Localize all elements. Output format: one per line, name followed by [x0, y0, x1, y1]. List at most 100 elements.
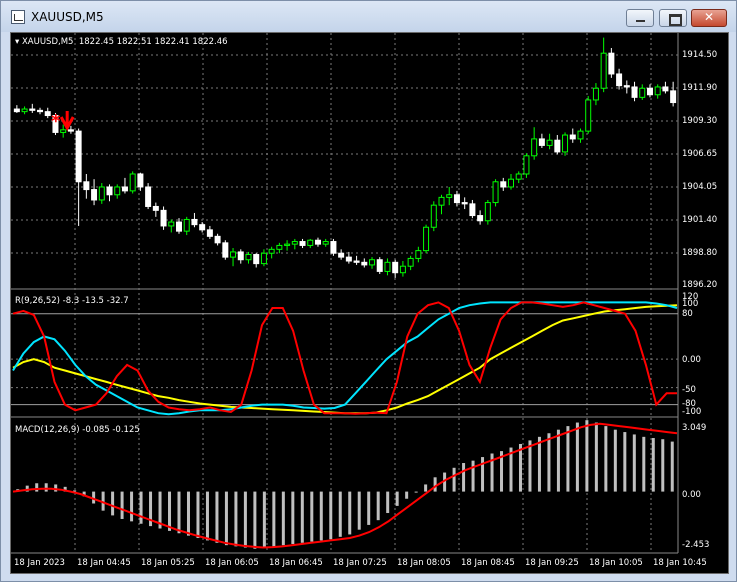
rsi-mid-line [12, 301, 678, 416]
macd-histogram-bar [424, 484, 428, 492]
bull-candle [322, 241, 329, 245]
bear-candle [453, 194, 460, 204]
bull-candle [369, 259, 376, 266]
bear-candle [616, 73, 623, 87]
bull-candle [523, 155, 530, 175]
bull-candle [307, 239, 314, 246]
bear-candle [631, 86, 638, 98]
bull-candle [129, 173, 136, 192]
macd-histogram-bar [661, 439, 665, 492]
bull-candle [114, 186, 121, 196]
time-tick: 18 Jan 10:45 [653, 558, 707, 568]
macd-pane-label: MACD(12,26,9) -0.085 -0.125 [15, 425, 140, 435]
bull-candle [168, 221, 175, 227]
bull-candle [399, 265, 406, 274]
macd-histogram-bar [224, 491, 228, 546]
macd-histogram-bar [642, 436, 646, 492]
macd-histogram-bar [310, 491, 314, 542]
time-tick: 18 Jan 05:25 [141, 558, 195, 568]
macd-histogram-bar [585, 420, 589, 492]
macd-histogram-bar [405, 491, 409, 499]
bear-candle [145, 186, 152, 207]
bull-candle [423, 226, 430, 252]
bear-candle [330, 241, 337, 254]
bull-candle [291, 241, 298, 245]
maximize-button[interactable] [659, 9, 687, 27]
bear-candle [152, 205, 159, 211]
rsi-tick: -50 [682, 385, 696, 395]
macd-histogram-bar [291, 491, 295, 544]
bear-candle [137, 173, 144, 188]
bear-candle [623, 85, 630, 88]
macd-histogram-bar [281, 491, 285, 546]
macd-histogram-bar [613, 429, 617, 492]
macd-histogram-bar [623, 432, 627, 492]
bear-candle [314, 239, 321, 245]
bear-candle [345, 256, 352, 262]
macd-histogram-bar [44, 483, 48, 492]
price-tick: 1914.50 [682, 50, 718, 60]
bear-candle [361, 261, 368, 266]
bull-candle [508, 178, 514, 188]
bull-candle [268, 248, 275, 254]
macd-histogram-bar [215, 491, 219, 543]
macd-histogram-bar [243, 491, 247, 548]
bear-candle [338, 252, 345, 258]
macd-histogram-bar [348, 491, 352, 535]
bear-candle [461, 202, 468, 205]
minimize-button[interactable] [626, 9, 654, 27]
bear-candle [469, 203, 476, 217]
time-tick: 18 Jan 06:45 [269, 558, 323, 568]
rsi-fast-line [12, 301, 677, 415]
bear-candle [554, 139, 561, 153]
macd-histogram-bar [386, 491, 390, 514]
bear-candle [206, 229, 213, 237]
bear-candle [83, 181, 90, 191]
bull-candle [407, 257, 414, 267]
dropdown-triangle-icon[interactable]: ▾ [15, 37, 22, 47]
macd-histogram-bar [139, 491, 143, 524]
rsi-tick: 80 [682, 309, 693, 319]
macd-histogram-bar [186, 491, 190, 536]
bear-candle [75, 130, 82, 183]
bull-candle [276, 244, 283, 250]
bear-candle [214, 235, 221, 244]
bear-candle [662, 86, 669, 92]
macd-histogram-bar [177, 491, 181, 534]
main-pane-header: ▾ XAUUSD,M5 1822.45 1822.51 1822.41 1822… [15, 37, 228, 47]
bull-candle [446, 194, 453, 198]
bull-candle [98, 186, 105, 201]
bear-candle [608, 52, 615, 75]
macd-histogram-bar [111, 491, 115, 516]
bull-candle [484, 202, 491, 222]
bear-candle [670, 90, 677, 104]
macd-histogram-bar [130, 491, 134, 522]
time-tick: 18 Jan 10:05 [589, 558, 643, 568]
price-tick: 1901.40 [682, 215, 718, 225]
macd-histogram-bar [537, 436, 541, 492]
macd-histogram-bar [300, 491, 304, 543]
macd-histogram-bar [338, 491, 342, 537]
rsi-pane-label: R(9,26,52) -8.3 -13.5 -32.7 [15, 296, 129, 306]
chart-area[interactable]: * ▾ XAUUSD,M5 1822.45 1822.51 1822.41 18… [10, 32, 729, 574]
title-bar[interactable]: XAUUSD,M5 [1, 1, 736, 32]
time-tick: 18 Jan 2023 [14, 558, 65, 568]
macd-histogram-bar [357, 491, 361, 530]
price-tick: 1904.05 [682, 182, 718, 192]
price-tick: 1896.20 [682, 280, 718, 290]
macd-histogram-bar [518, 443, 522, 492]
close-button[interactable] [691, 9, 727, 27]
bull-candle [245, 254, 252, 261]
price-tick: 1906.65 [682, 149, 718, 159]
macd-histogram-bar [462, 463, 466, 492]
time-tick: 18 Jan 08:45 [461, 558, 515, 568]
bear-candle [106, 186, 113, 196]
signal-star-icon: * [51, 111, 61, 132]
time-tick: 18 Jan 07:25 [333, 558, 387, 568]
bull-candle [415, 250, 422, 259]
macd-histogram-bar [575, 422, 579, 492]
bear-candle [222, 242, 229, 258]
price-tick: 1909.30 [682, 116, 718, 126]
bear-candle [91, 189, 98, 201]
bear-candle [569, 134, 576, 140]
